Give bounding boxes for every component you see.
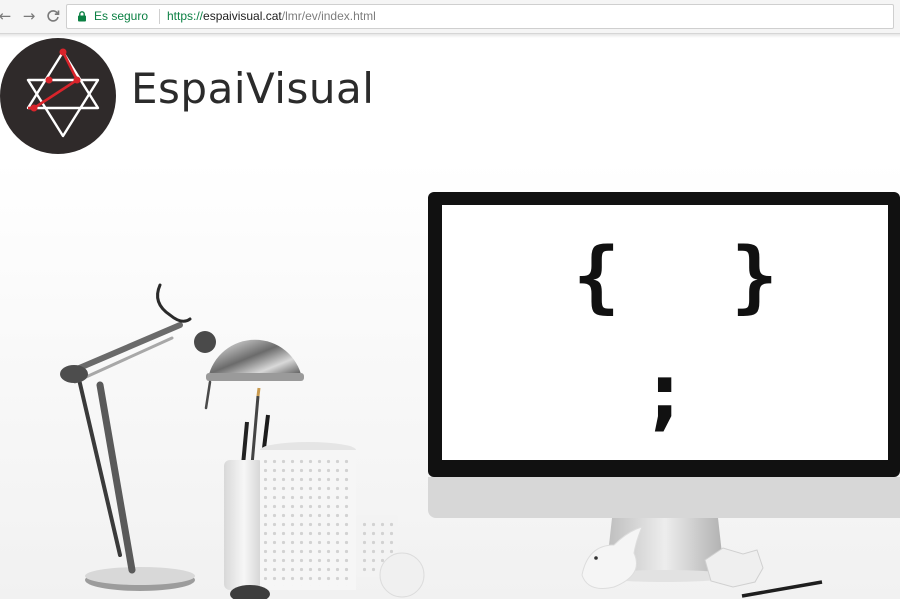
url-path: /lmr/ev/index.html <box>281 9 376 23</box>
star-of-david-network-icon[interactable] <box>0 36 118 156</box>
address-separator <box>159 9 160 24</box>
desk-illustration <box>0 160 900 599</box>
screen-close-brace: } <box>731 232 778 322</box>
white-sphere <box>379 552 425 598</box>
hero-image: { } ; <box>0 160 900 599</box>
url-text[interactable]: https://espaivisual.cat/lmr/ev/index.htm… <box>167 9 376 23</box>
url-scheme: https:// <box>167 9 204 23</box>
address-bar[interactable]: Es seguro https://espaivisual.cat/lmr/ev… <box>66 4 894 29</box>
browser-toolbar: ← → Es seguro https://espaivisual.cat/lm… <box>0 0 900 34</box>
screen-semicolon: ; <box>640 345 690 440</box>
brand-name[interactable]: EspaiVisual <box>131 64 374 113</box>
back-arrow-icon[interactable]: ← <box>0 7 14 25</box>
crumpled-paper <box>704 547 764 588</box>
reload-icon[interactable] <box>44 7 62 25</box>
toolbar-shadow <box>0 34 900 38</box>
url-host: espaivisual.cat <box>203 9 282 23</box>
forward-arrow-icon[interactable]: → <box>20 7 38 25</box>
lock-icon <box>78 11 86 22</box>
secure-label: Es seguro <box>94 9 149 23</box>
screen-open-brace: { <box>573 232 620 322</box>
